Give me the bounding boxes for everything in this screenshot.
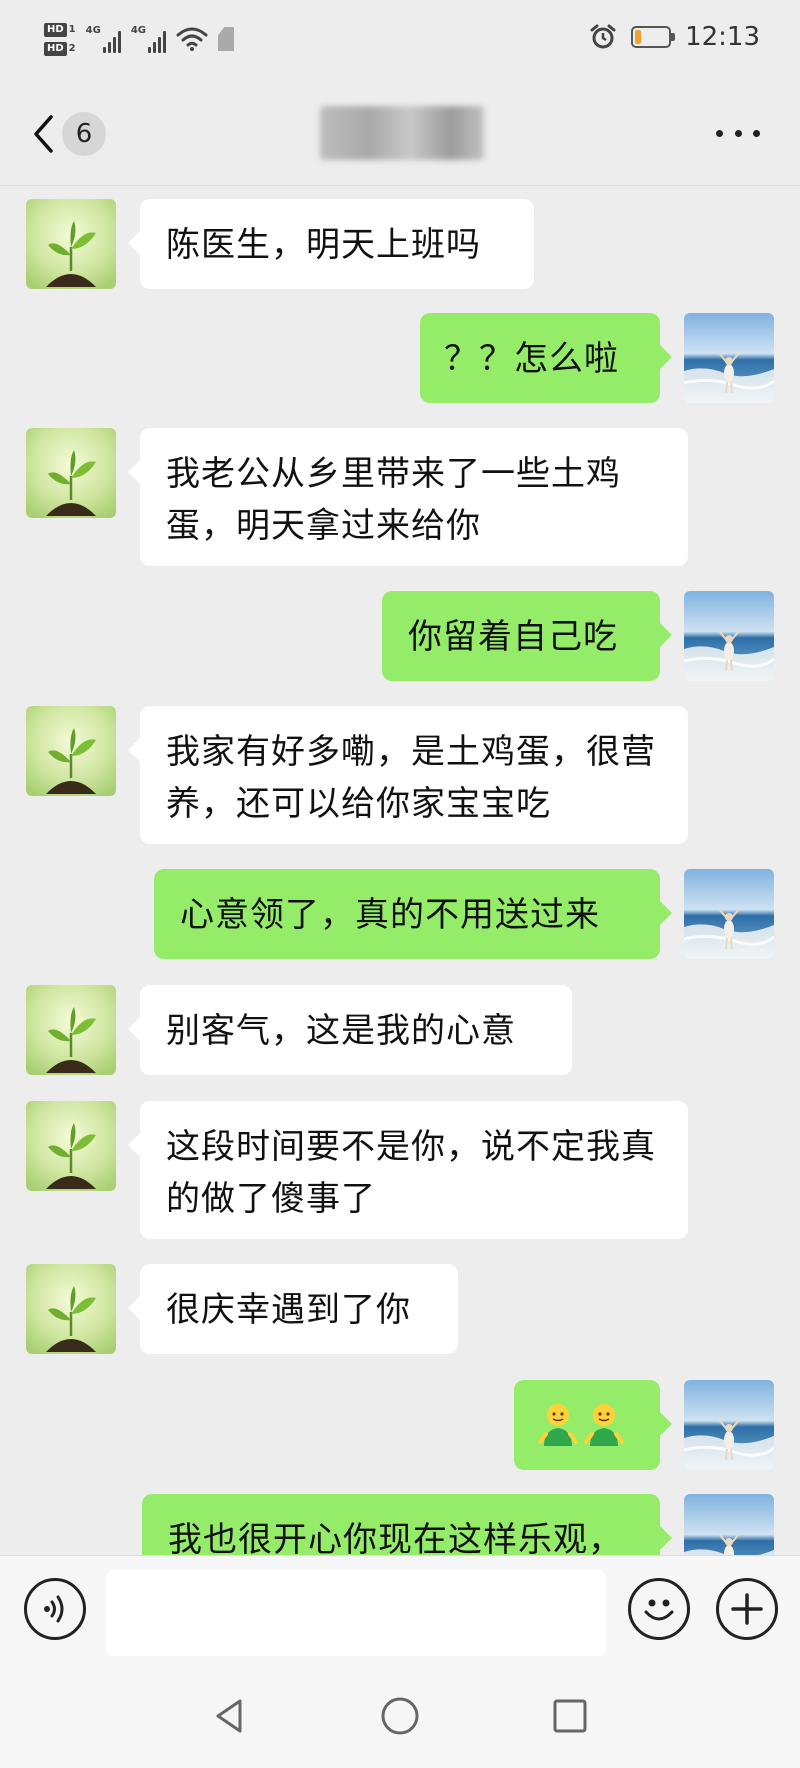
status-left: HD 1 HD 2 4G 4G	[44, 16, 234, 62]
contact-avatar[interactable]	[26, 1101, 116, 1191]
message-text: 我家有好多嘞，是土鸡蛋，很营养，还可以给你家宝宝吃	[166, 732, 656, 824]
contact-avatar[interactable]	[26, 199, 116, 289]
smiling-person-emoji	[538, 1402, 578, 1448]
nav-recents-icon	[553, 1699, 587, 1733]
sim-number: 2	[68, 43, 76, 54]
battery-level	[635, 30, 642, 44]
contact-avatar[interactable]	[26, 985, 116, 1075]
contact-avatar[interactable]	[26, 1264, 116, 1354]
voice-button[interactable]	[24, 1578, 86, 1640]
input-bar	[0, 1555, 800, 1665]
wifi-icon	[176, 27, 208, 51]
message-bubble[interactable]: ？？怎么啦	[420, 313, 672, 403]
contact-name-obscured	[320, 106, 484, 160]
status-bar: HD 1 HD 2 4G 4G 12:13	[0, 0, 800, 80]
signal-icon: 4G	[131, 25, 166, 53]
chat-header: 6	[0, 80, 800, 186]
sim-slot-icon	[217, 27, 234, 51]
nav-home-icon	[381, 1697, 419, 1735]
clock: 12:13	[685, 22, 760, 52]
network-type: 4G	[130, 25, 146, 36]
contact-avatar[interactable]	[26, 428, 116, 518]
back-button[interactable]: 6	[32, 110, 116, 158]
hd-badge: HD	[44, 22, 67, 37]
more-icon-dot	[734, 129, 742, 137]
message-bubble[interactable]: 陈医生，明天上班吗	[128, 199, 534, 289]
message-bubble[interactable]	[514, 1380, 672, 1470]
more-icon-dot	[753, 129, 760, 137]
contact-avatar[interactable]	[26, 706, 116, 796]
more-button[interactable]	[716, 120, 760, 146]
smiling-person-emoji	[584, 1402, 624, 1448]
my-avatar[interactable]	[684, 1494, 774, 1555]
more-icon-dot	[716, 129, 723, 137]
network-type: 4G	[85, 25, 101, 36]
sim-number: 1	[68, 24, 76, 35]
emoji-icon	[644, 1599, 674, 1621]
message-bubble[interactable]: 我家有好多嘞，是土鸡蛋，很营养，还可以给你家宝宝吃	[128, 706, 688, 844]
nav-back-icon	[216, 1699, 242, 1733]
voice-icon	[44, 1595, 64, 1623]
message-input[interactable]	[106, 1570, 606, 1656]
message-bubble[interactable]: 这段时间要不是你，说不定我真的做了傻事了	[128, 1101, 688, 1239]
message-text: 陈医生，明天上班吗	[166, 225, 481, 265]
system-nav-bar	[0, 1665, 800, 1768]
message-text: 你留着自己吃	[408, 617, 618, 657]
hd-badge: HD	[44, 41, 67, 56]
battery-icon	[631, 26, 676, 48]
my-avatar[interactable]	[684, 1380, 774, 1470]
back-chevron-icon	[34, 115, 53, 153]
message-text: 心意领了，真的不用送过来	[180, 895, 600, 935]
my-avatar[interactable]	[684, 869, 774, 959]
message-bubble[interactable]: 我老公从乡里带来了一些土鸡蛋，明天拿过来给你	[128, 428, 688, 566]
unread-count-badge: 6	[62, 112, 106, 156]
message-text: ？？怎么啦	[444, 339, 619, 379]
message-bubble[interactable]: 很庆幸遇到了你	[128, 1264, 458, 1354]
message-list[interactable]: 陈医生，明天上班吗 ？？怎么啦 我老公从乡里带来了一些土鸡蛋，明天拿过来给你 你…	[0, 187, 800, 1555]
message-text: 我也很开心你现在这样乐观，	[168, 1520, 623, 1555]
alarm-icon	[590, 24, 616, 49]
plus-icon	[731, 1593, 763, 1625]
message-bubble[interactable]: 我也很开心你现在这样乐观，	[142, 1494, 672, 1555]
nav-recents-button[interactable]	[545, 1691, 595, 1741]
message-text: 这段时间要不是你，说不定我真的做了傻事了	[166, 1127, 656, 1219]
my-avatar[interactable]	[684, 591, 774, 681]
more-functions-button[interactable]	[716, 1578, 778, 1640]
signal-icon: 4G	[86, 25, 121, 53]
message-bubble[interactable]: 你留着自己吃	[382, 591, 672, 681]
nav-back-button[interactable]	[205, 1691, 255, 1741]
message-bubble[interactable]: 别客气，这是我的心意	[128, 985, 572, 1075]
nav-home-button[interactable]	[375, 1691, 425, 1741]
hd-indicators: HD 1 HD 2	[44, 22, 76, 56]
message-bubble[interactable]: 心意领了，真的不用送过来	[154, 869, 672, 959]
message-text: 我老公从乡里带来了一些土鸡蛋，明天拿过来给你	[166, 454, 621, 546]
message-text: 别客气，这是我的心意	[166, 1011, 516, 1051]
my-avatar[interactable]	[684, 313, 774, 403]
status-right: 12:13	[589, 22, 760, 52]
message-text: 很庆幸遇到了你	[166, 1290, 411, 1330]
emoji-button[interactable]	[628, 1578, 690, 1640]
